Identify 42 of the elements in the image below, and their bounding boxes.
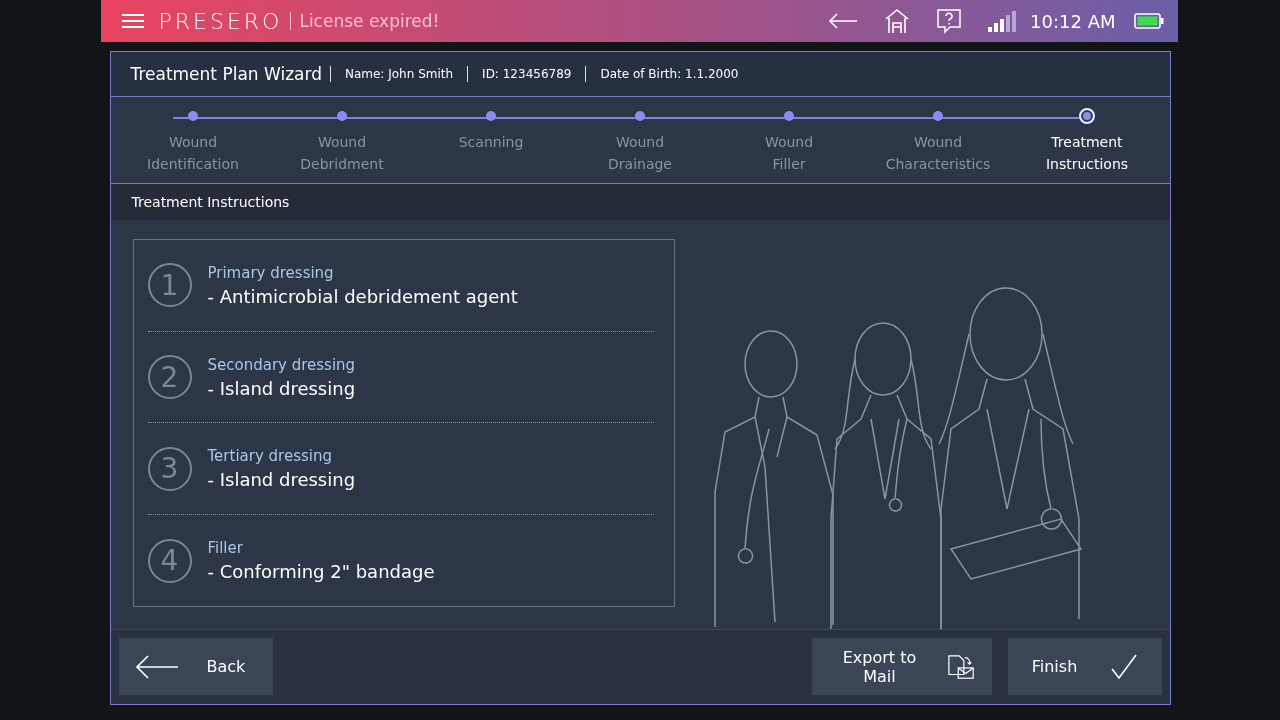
patient-info: ID: 123456789	[467, 66, 586, 83]
instruction-title: Filler	[207, 539, 244, 558]
step-number: 2	[147, 355, 192, 400]
patient-info: Date of Birth: 1.1.2000	[585, 66, 753, 83]
patient-info: Name: John Smith	[329, 66, 468, 83]
export-to-mail-button[interactable]: Export to Mail	[811, 638, 992, 696]
arrow-left-icon	[828, 13, 859, 29]
step-label[interactable]: Wound Characteristics	[885, 131, 991, 176]
step-label[interactable]: Wound Drainage	[608, 131, 672, 176]
step-label[interactable]: Scanning	[458, 131, 524, 154]
instruction-detail: - Island dressing	[207, 377, 356, 399]
step-number: 3	[147, 446, 192, 491]
signal-icon	[988, 10, 1019, 32]
help-button[interactable]	[936, 8, 963, 34]
help-bubble-icon	[936, 8, 963, 34]
document-mail-icon	[947, 652, 976, 681]
back-button[interactable]: Back	[118, 638, 273, 696]
step-label[interactable]: Wound Debridment	[300, 131, 384, 176]
license-status: License expired!	[290, 12, 440, 30]
wizard-title: Treatment Plan Wizard	[130, 64, 322, 85]
brand-logo: PRESERO	[158, 8, 283, 34]
checkmark-icon	[1111, 653, 1138, 680]
home-icon	[884, 8, 911, 34]
step-label[interactable]: Wound Filler	[764, 131, 814, 176]
instruction-title: Secondary dressing	[207, 355, 356, 374]
menu-icon[interactable]	[120, 13, 145, 29]
instruction-detail: - Conforming 2" bandage	[207, 561, 435, 583]
step-number: 1	[147, 263, 192, 308]
instruction-title: Tertiary dressing	[207, 447, 333, 466]
step-number: 4	[147, 538, 192, 583]
arrow-left-icon	[134, 654, 179, 679]
back-arrow-button[interactable]	[828, 13, 859, 29]
instruction-detail: - Antimicrobial debridement agent	[207, 285, 518, 307]
instruction-detail: - Island dressing	[207, 469, 356, 491]
home-button[interactable]	[884, 8, 911, 34]
instruction-title: Primary dressing	[207, 263, 335, 282]
battery-icon	[1133, 13, 1164, 29]
step-label[interactable]: Treatment Instructions	[1045, 131, 1129, 176]
clock-time: 10:12 AM	[1030, 10, 1116, 32]
section-title: Treatment Instructions	[131, 194, 290, 211]
finish-button[interactable]: Finish	[1007, 638, 1162, 696]
step-label[interactable]: Wound Identification	[147, 131, 239, 176]
